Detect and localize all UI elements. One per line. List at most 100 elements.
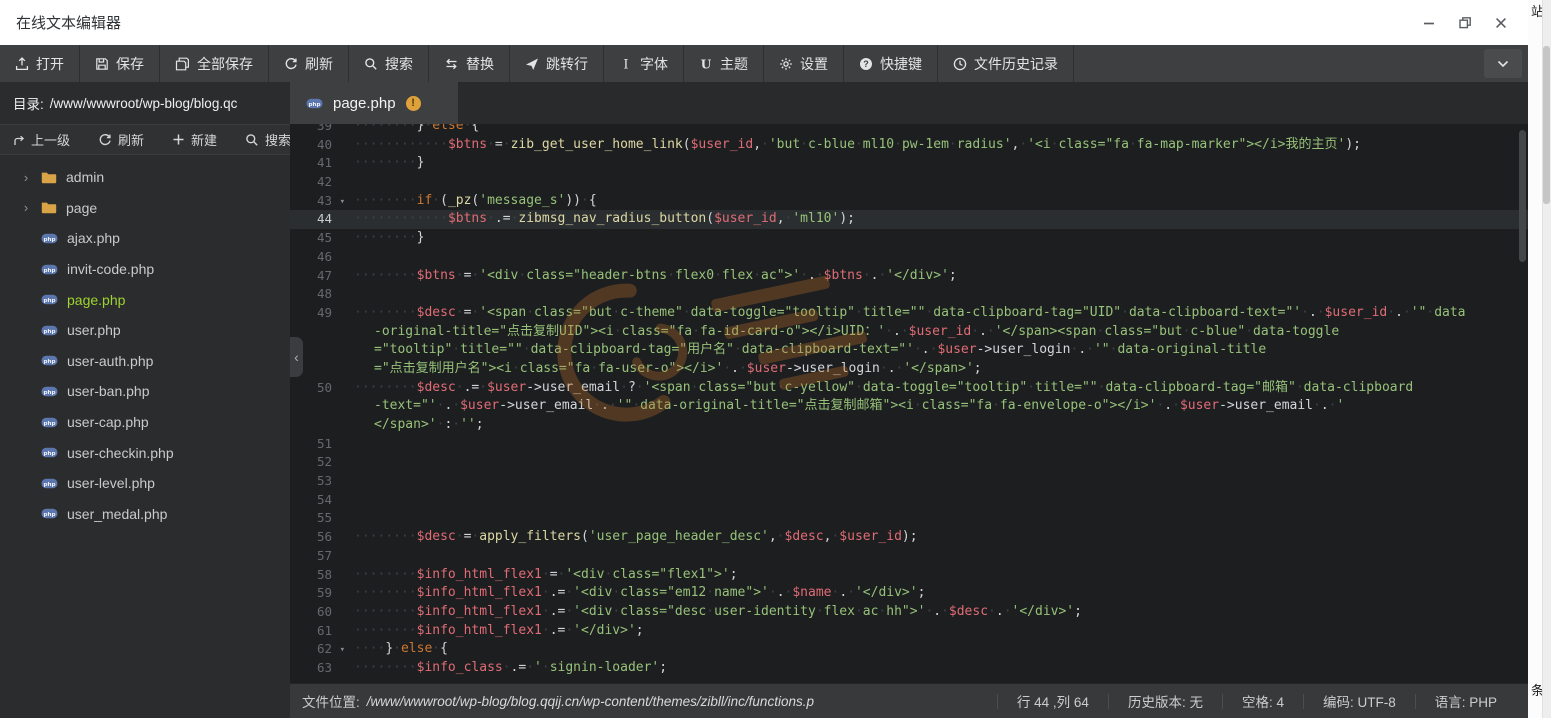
line-number[interactable]: 57 — [290, 547, 348, 566]
code-line-wrap[interactable]: ="点击复制用户名"><i·class="fa·fa-user-o"></i>'… — [290, 360, 1528, 379]
fold-marker-icon[interactable]: ▾ — [340, 641, 345, 660]
code-line-59[interactable]: 59 ········$info_html_flex1·.=·'<div·clas… — [290, 584, 1528, 603]
tree-file-user.php[interactable]: php user.php — [0, 315, 290, 346]
page-scrollbar[interactable] — [1542, 0, 1551, 718]
code-line-58[interactable]: 58 ········$info_html_flex1·=·'<div·class… — [290, 566, 1528, 585]
sidebar-up-level-button[interactable]: 上一级 — [12, 130, 70, 149]
code-line-45[interactable]: 45 ········} — [290, 229, 1528, 248]
line-number[interactable]: 61 — [290, 622, 348, 641]
php-icon: php — [41, 232, 58, 245]
code-line-39[interactable]: 39 ········}·else·{ — [290, 124, 1528, 136]
toolbar-replace-button[interactable]: 替换 — [429, 45, 509, 82]
tree-file-page.php[interactable]: php page.php — [0, 284, 290, 315]
code-line-60[interactable]: 60 ········$info_html_flex1·.=·'<div·clas… — [290, 603, 1528, 622]
line-number[interactable] — [290, 397, 348, 416]
close-button[interactable] — [1490, 12, 1512, 34]
toolbar-search-button[interactable]: 搜索 — [349, 45, 428, 82]
line-number[interactable]: 41 — [290, 154, 348, 173]
code-line-55[interactable]: 55 — [290, 509, 1528, 528]
code-line-44[interactable]: 44 ············$btns·.=·zibmsg_nav_radius… — [290, 210, 1528, 230]
toolbar-refresh-button[interactable]: 刷新 — [269, 45, 348, 82]
tree-file-user-level.php[interactable]: php user-level.php — [0, 468, 290, 499]
sidebar-refresh-button[interactable]: 刷新 — [98, 130, 144, 149]
toolbar-shortcuts-button[interactable]: ? 快捷键 — [844, 45, 937, 82]
code-text: ········}·else·{ — [354, 124, 480, 133]
tree-folder-admin[interactable]: › admin — [0, 162, 290, 193]
code-line-42[interactable]: 42 — [290, 173, 1528, 192]
sidebar-new-button[interactable]: 新建 — [172, 130, 217, 149]
line-number[interactable]: 46 — [290, 248, 348, 267]
line-number[interactable]: 39 — [290, 124, 348, 136]
code-line-61[interactable]: 61 ········$info_html_flex1·.=·'</div>'; — [290, 622, 1528, 641]
sidebar-collapse-button[interactable]: ‹ — [290, 337, 303, 377]
code-line-51[interactable]: 51 — [290, 435, 1528, 454]
line-number[interactable]: 53 — [290, 472, 348, 491]
tree-file-invit-code.php[interactable]: php invit-code.php — [0, 254, 290, 285]
fold-marker-icon[interactable]: ▾ — [340, 193, 345, 212]
restore-button[interactable] — [1454, 12, 1476, 34]
code-line-52[interactable]: 52 — [290, 453, 1528, 472]
tree-file-user-auth.php[interactable]: php user-auth.php — [0, 346, 290, 377]
sidebar-search-button[interactable]: 搜索 — [245, 130, 291, 149]
tree-file-user_medal.php[interactable]: php user_medal.php — [0, 499, 290, 530]
code-line-wrap[interactable]: -original-title="点击复制UID"><i·class="fa·f… — [290, 323, 1528, 342]
tree-file-user-ban.php[interactable]: php user-ban.php — [0, 376, 290, 407]
code-line-53[interactable]: 53 — [290, 472, 1528, 491]
line-number[interactable]: 58 — [290, 566, 348, 585]
line-number[interactable]: 42 — [290, 173, 348, 192]
code-line-63[interactable]: 63 ········$info_class·.=·'·signin-loader… — [290, 659, 1528, 678]
toolbar-settings-button[interactable]: 设置 — [764, 45, 843, 82]
code-line-46[interactable]: 46 — [290, 248, 1528, 267]
code-line-57[interactable]: 57 — [290, 547, 1528, 566]
toolbar-font-button[interactable]: I 字体 — [604, 45, 683, 82]
line-number[interactable]: 50 — [290, 379, 348, 398]
tree-file-ajax.php[interactable]: php ajax.php — [0, 223, 290, 254]
code-line-wrap[interactable]: ="tooltip"·title=""·data-clipboard-tag="… — [290, 341, 1528, 360]
line-number[interactable] — [290, 416, 348, 435]
tree-folder-page[interactable]: › page — [0, 193, 290, 224]
code-line-48[interactable]: 48 — [290, 285, 1528, 304]
tab-page.php[interactable]: php page.php! — [290, 82, 458, 124]
code-editor[interactable]: 39 ········}·else·{ 40 ············$btns·=·… — [290, 124, 1528, 683]
line-number[interactable]: 54 — [290, 491, 348, 510]
tree-file-user-checkin.php[interactable]: php user-checkin.php — [0, 437, 290, 468]
code-line-54[interactable]: 54 — [290, 491, 1528, 510]
line-number[interactable]: 43 ▾ — [290, 192, 348, 211]
code-line-62[interactable]: 62 ▾ ····}·else·{ — [290, 640, 1528, 659]
page-scrollbar-thumb[interactable] — [1543, 46, 1550, 204]
editor-scrollbar[interactable] — [1519, 130, 1526, 262]
line-number[interactable]: 45 — [290, 229, 348, 248]
line-number[interactable]: 51 — [290, 435, 348, 454]
minimize-button[interactable] — [1418, 12, 1440, 34]
line-number[interactable]: 59 — [290, 584, 348, 603]
code-line-wrap[interactable]: </span>'·:·''; — [290, 416, 1528, 435]
line-number[interactable]: 63 — [290, 659, 348, 678]
php-icon: php — [41, 416, 58, 429]
code-line-50[interactable]: 50 ········$desc·.=·$user->user_email·?·'… — [290, 379, 1528, 398]
code-line-wrap[interactable]: -text="'·.·$user->user_email·.·'"·data-o… — [290, 397, 1528, 416]
line-number[interactable]: 47 — [290, 267, 348, 286]
code-line-40[interactable]: 40 ············$btns·=·zib_get_user_home_… — [290, 136, 1528, 155]
toolbar-expand-button[interactable] — [1484, 49, 1522, 78]
line-number[interactable]: 48 — [290, 285, 348, 304]
tree-file-user-cap.php[interactable]: php user-cap.php — [0, 407, 290, 438]
toolbar-save-all-button[interactable]: 全部保存 — [160, 45, 268, 82]
toolbar-save-button[interactable]: 保存 — [80, 45, 159, 82]
code-line-43[interactable]: 43 ▾ ········if·(_pz('message_s'))·{ — [290, 192, 1528, 211]
line-number[interactable]: 62 ▾ — [290, 640, 348, 659]
line-number[interactable]: 44 — [290, 210, 348, 229]
line-number[interactable]: 60 — [290, 603, 348, 622]
code-line-56[interactable]: 56 ········$desc·=·apply_filters('user_pa… — [290, 528, 1528, 547]
line-number[interactable]: 56 — [290, 528, 348, 547]
line-number[interactable]: 55 — [290, 509, 348, 528]
toolbar-file-history-button[interactable]: 文件历史记录 — [938, 45, 1073, 82]
toolbar-goto-line-button[interactable]: 跳转行 — [510, 45, 603, 82]
toolbar-theme-button[interactable]: U 主题 — [684, 45, 763, 82]
toolbar-open-button[interactable]: 打开 — [0, 45, 79, 82]
code-line-49[interactable]: 49 ········$desc·=·'<span·class="but·c-th… — [290, 304, 1528, 323]
line-number[interactable]: 40 — [290, 136, 348, 155]
code-line-47[interactable]: 47 ········$btns·=·'<div·class="header-bt… — [290, 267, 1528, 286]
line-number[interactable]: 52 — [290, 453, 348, 472]
code-line-41[interactable]: 41 ········} — [290, 154, 1528, 173]
line-number[interactable]: 49 — [290, 304, 348, 323]
